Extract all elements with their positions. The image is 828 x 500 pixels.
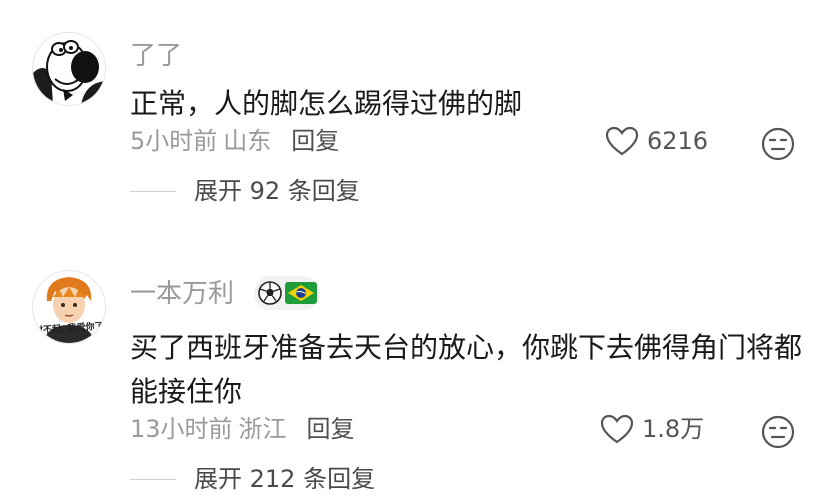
comment-item: 了了 正常，人的脚怎么踢得过佛的脚 5小时前 山东 回复 6216 展开 92 条回…: [0, 0, 828, 230]
expand-replies-button[interactable]: 展开 92 条回复: [130, 176, 360, 206]
heart-icon: [605, 126, 639, 156]
emoji-reaction-button[interactable]: [760, 126, 796, 162]
username[interactable]: 一本万利: [130, 278, 234, 310]
avatar[interactable]: [32, 32, 106, 106]
comment-meta: 13小时前 浙江 回复: [130, 414, 361, 444]
comment-item: 对不起, 我爱你了 一本万利 买了西班牙准备去天台的放心，你跳下去佛得角门将都能…: [0, 230, 828, 500]
divider-dash: [130, 478, 176, 480]
comment-meta: 5小时前 山东 回复: [130, 126, 345, 156]
like-count: 6216: [647, 127, 709, 155]
heart-icon: [600, 414, 634, 444]
soccer-ball-icon: [258, 281, 282, 305]
expand-replies-label: 展开 92 条回复: [194, 177, 360, 205]
meh-face-icon: [761, 127, 795, 161]
avatar[interactable]: 对不起, 我爱你了: [32, 270, 106, 344]
comment-text: 买了西班牙准备去天台的放心，你跳下去佛得角门将都能接住你: [130, 331, 803, 408]
like-button[interactable]: 6216: [605, 126, 708, 156]
like-count: 1.8万: [642, 415, 705, 443]
meh-face-icon: [761, 415, 795, 449]
brazil-flag-icon: [285, 282, 317, 304]
like-button[interactable]: 1.8万: [600, 414, 704, 444]
comment-text: 正常，人的脚怎么踢得过佛的脚: [130, 87, 523, 120]
username[interactable]: 了了: [130, 40, 182, 72]
comment-time: 13小时前: [130, 415, 233, 443]
comment-time: 5小时前: [130, 127, 218, 155]
reply-button[interactable]: 回复: [291, 127, 339, 155]
comment-location: 浙江: [238, 415, 287, 443]
expand-replies-button[interactable]: 展开 212 条回复: [130, 464, 375, 494]
cartoon-dog-avatar-icon: [33, 33, 105, 105]
user-badge: [254, 276, 320, 310]
reply-button[interactable]: 回复: [307, 415, 355, 443]
divider-dash: [130, 190, 176, 192]
emoji-reaction-button[interactable]: [760, 414, 796, 450]
comment-location: 山东: [223, 127, 272, 155]
expand-replies-label: 展开 212 条回复: [194, 465, 376, 493]
